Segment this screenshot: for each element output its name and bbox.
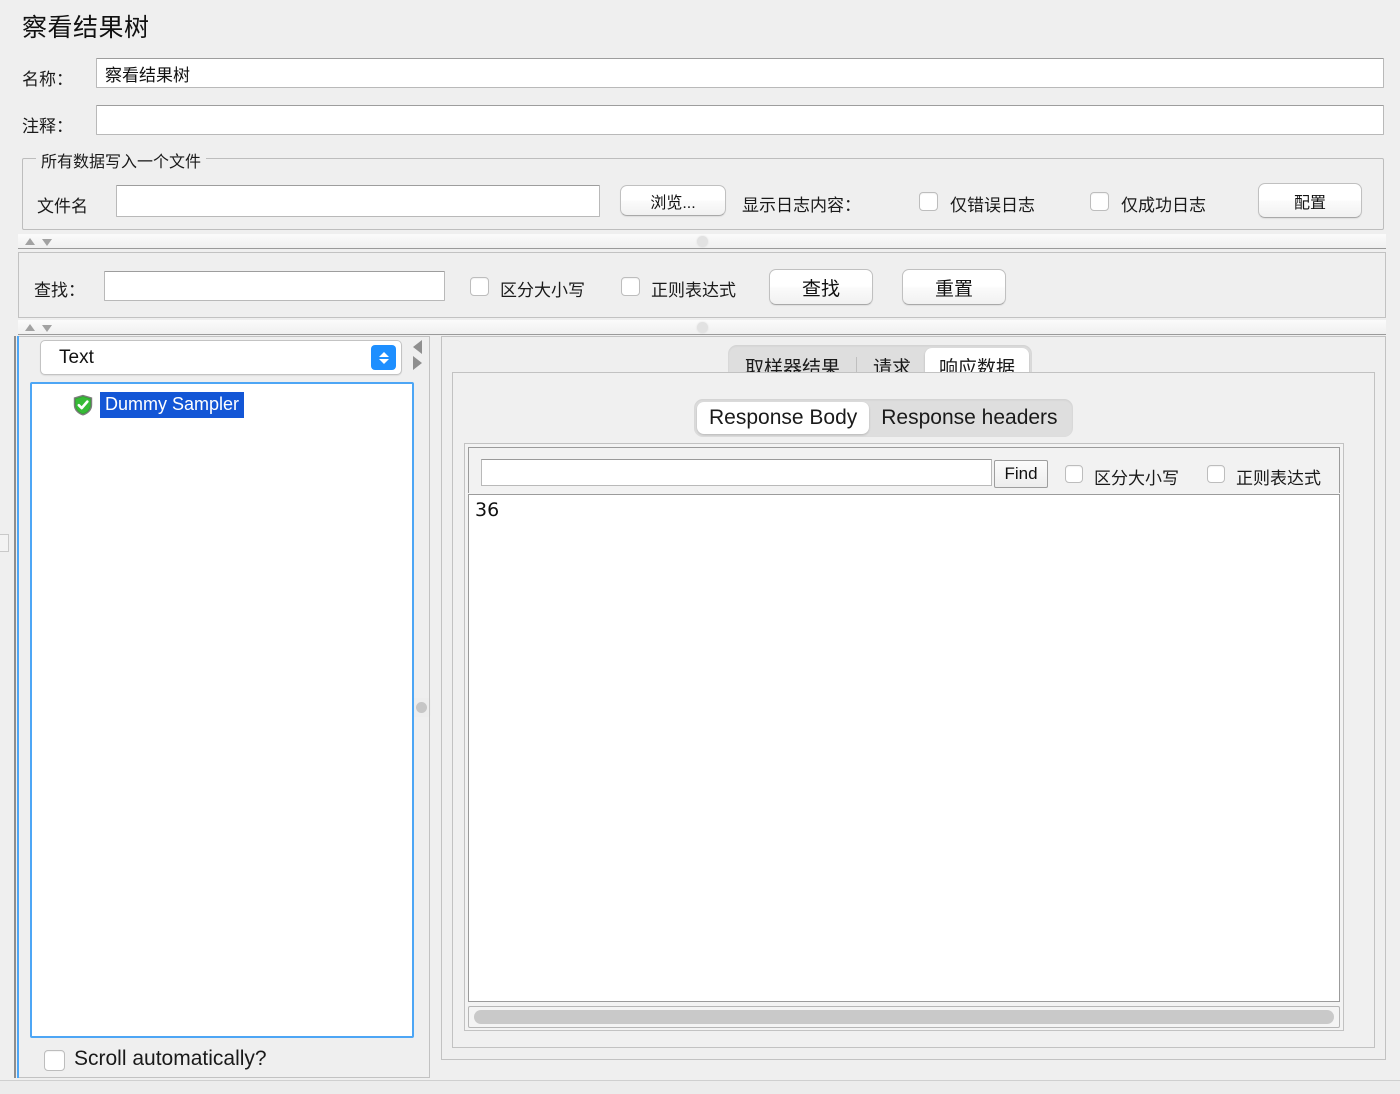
- window-bottom-strip: [0, 1080, 1400, 1094]
- filename-label: 文件名: [37, 192, 88, 217]
- response-regex-checkbox[interactable]: [1207, 465, 1225, 483]
- window-edge-nub: [0, 534, 9, 552]
- response-body-text[interactable]: 36: [468, 494, 1340, 1002]
- sub-tab-strip[interactable]: Response Body Response headers: [694, 399, 1073, 437]
- splitter-up-arrow-2[interactable]: [25, 324, 35, 331]
- splitter-down-arrow-2[interactable]: [42, 325, 52, 332]
- errors-only-label: 仅错误日志: [950, 191, 1035, 216]
- response-regex-label: 正则表达式: [1236, 464, 1321, 489]
- configure-button[interactable]: 配置: [1258, 183, 1362, 218]
- search-input[interactable]: [104, 271, 445, 301]
- search-case-sensitive-checkbox[interactable]: [470, 277, 489, 296]
- splitter-down-arrow-1[interactable]: [42, 239, 52, 246]
- comment-input[interactable]: [96, 105, 1384, 135]
- splitter-handle-2[interactable]: [697, 322, 708, 333]
- errors-only-checkbox[interactable]: [919, 192, 938, 211]
- response-hscrollbar-thumb[interactable]: [474, 1010, 1334, 1024]
- success-only-label: 仅成功日志: [1121, 191, 1206, 216]
- filename-input[interactable]: [116, 185, 600, 217]
- search-button[interactable]: 查找: [769, 269, 873, 305]
- log-display-label: 显示日志内容：: [742, 191, 861, 216]
- browse-button[interactable]: 浏览...: [620, 185, 726, 216]
- tab-response-headers[interactable]: Response headers: [869, 402, 1069, 434]
- window-edge-focus-line: [17, 336, 19, 1078]
- comment-label: 注释：: [22, 112, 73, 137]
- splitter-handle-1[interactable]: [697, 236, 708, 247]
- view-results-tree-window: 察看结果树 名称： 察看结果树 注释： 所有数据写入一个文件 文件名 浏览...…: [0, 0, 1400, 1094]
- page-title: 察看结果树: [22, 8, 150, 44]
- file-output-legend: 所有数据写入一个文件: [36, 148, 206, 172]
- name-input[interactable]: 察看结果树: [96, 58, 1384, 88]
- tab-response-body[interactable]: Response Body: [697, 402, 869, 434]
- response-find-input[interactable]: [481, 459, 992, 486]
- window-edge-line: [14, 336, 16, 1078]
- splitter-up-arrow-1[interactable]: [25, 238, 35, 245]
- success-only-checkbox[interactable]: [1090, 192, 1109, 211]
- response-find-button[interactable]: Find: [994, 460, 1048, 488]
- reset-button[interactable]: 重置: [902, 269, 1006, 305]
- search-regex-label: 正则表达式: [651, 276, 736, 301]
- response-case-sensitive-checkbox[interactable]: [1065, 465, 1083, 483]
- search-case-sensitive-label: 区分大小写: [500, 276, 585, 301]
- search-regex-checkbox[interactable]: [621, 277, 640, 296]
- search-label: 查找：: [34, 276, 85, 301]
- name-label: 名称：: [22, 65, 73, 90]
- left-column-container: [18, 336, 430, 1078]
- response-case-sensitive-label: 区分大小写: [1094, 464, 1179, 489]
